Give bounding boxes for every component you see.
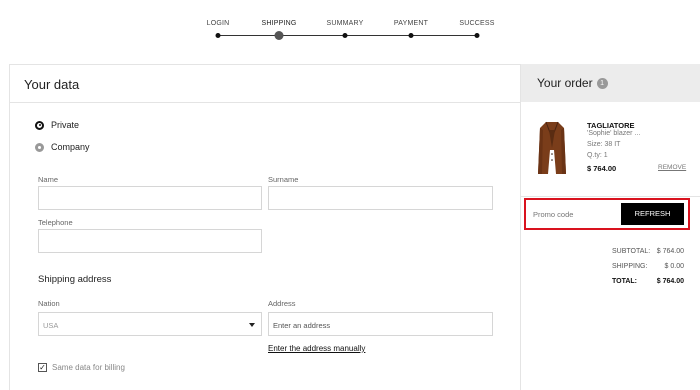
name-label: Name <box>38 175 59 184</box>
step-dot-success <box>474 33 480 38</box>
step-summary: SUMMARY <box>326 20 363 27</box>
step-label: LOGIN <box>206 20 230 27</box>
step-success: SUCCESS <box>459 20 494 27</box>
step-dot-shipping <box>274 31 284 40</box>
your-data-panel: Your data Private Company Name Surname T… <box>9 64 520 390</box>
enter-address-manually-link[interactable]: Enter the address manually <box>268 344 365 353</box>
surname-label: Surname <box>268 175 299 184</box>
caret-down-icon <box>249 323 255 327</box>
nation-label: Nation <box>38 299 60 308</box>
shipping-label: SHIPPING: <box>612 263 648 270</box>
nation-value: USA <box>43 321 59 330</box>
step-label: SUMMARY <box>326 20 364 27</box>
telephone-field[interactable] <box>38 229 262 253</box>
telephone-label: Telephone <box>38 218 73 227</box>
radio-private[interactable]: Private <box>35 120 79 130</box>
radio-private-label: Private <box>51 120 80 130</box>
product-blazer-image[interactable] <box>537 120 567 176</box>
radio-unchecked-icon[interactable] <box>35 142 44 152</box>
subtotal-row: SUBTOTAL: $ 764.00 <box>612 248 684 255</box>
radio-company-label: Company <box>51 142 90 152</box>
shipping-address-title: Shipping address <box>38 274 112 285</box>
subtotal-label: SUBTOTAL: <box>612 248 651 255</box>
product-brand: TAGLIATORE <box>587 121 635 130</box>
remove-item-link[interactable]: REMOVE <box>658 164 686 171</box>
surname-field[interactable] <box>268 186 493 210</box>
step-login[interactable]: LOGIN <box>207 20 230 27</box>
order-count-badge: 1 <box>596 78 608 89</box>
step-dot-login <box>215 33 221 38</box>
shipping-row: SHIPPING: $ 0.00 <box>612 263 684 270</box>
step-dot-summary <box>342 33 348 38</box>
total-label: TOTAL: <box>612 278 638 285</box>
step-payment: PAYMENT <box>394 20 428 27</box>
checkout-stepper: LOGIN SHIPPING SUMMARY PAYMENT SUCCESS <box>0 0 700 64</box>
nation-select[interactable]: USA <box>38 312 262 336</box>
address-input[interactable]: Enter an address <box>268 312 493 336</box>
step-dot-payment <box>408 33 414 38</box>
radio-checked-icon[interactable] <box>35 120 44 130</box>
stepper-line <box>218 35 477 36</box>
same-billing-checkbox[interactable]: ✓ <box>38 363 47 372</box>
total-row: TOTAL: $ 764.00 <box>612 278 684 285</box>
promo-code-input[interactable]: Promo code <box>531 205 621 223</box>
step-shipping: SHIPPING <box>261 20 296 27</box>
subtotal-value: $ 764.00 <box>656 248 684 255</box>
panel-title: Your data <box>10 65 520 103</box>
shipping-value: $ 0.00 <box>664 263 684 270</box>
step-label: SUCCESS <box>459 20 495 27</box>
name-field[interactable] <box>38 186 262 210</box>
refresh-button[interactable]: REFRESH <box>621 203 684 225</box>
product-qty: Q.ty: 1 <box>587 152 608 159</box>
divider <box>521 196 700 197</box>
order-title: Your order <box>537 76 593 90</box>
order-header: Your order 1 <box>521 64 700 102</box>
radio-company[interactable]: Company <box>35 142 90 152</box>
step-label: SHIPPING <box>261 20 297 27</box>
product-price: $ 764.00 <box>587 164 617 173</box>
your-order-panel: Your order 1 TAGLIATORE 'Sophie' blazer … <box>520 64 700 390</box>
step-label: PAYMENT <box>393 20 429 27</box>
same-billing-label: Same data for billing <box>52 363 125 372</box>
product-size: Size: 38 IT <box>587 141 621 148</box>
product-name: 'Sophie' blazer ... <box>587 130 641 137</box>
total-value: $ 764.00 <box>656 278 684 285</box>
address-label: Address <box>268 299 296 308</box>
